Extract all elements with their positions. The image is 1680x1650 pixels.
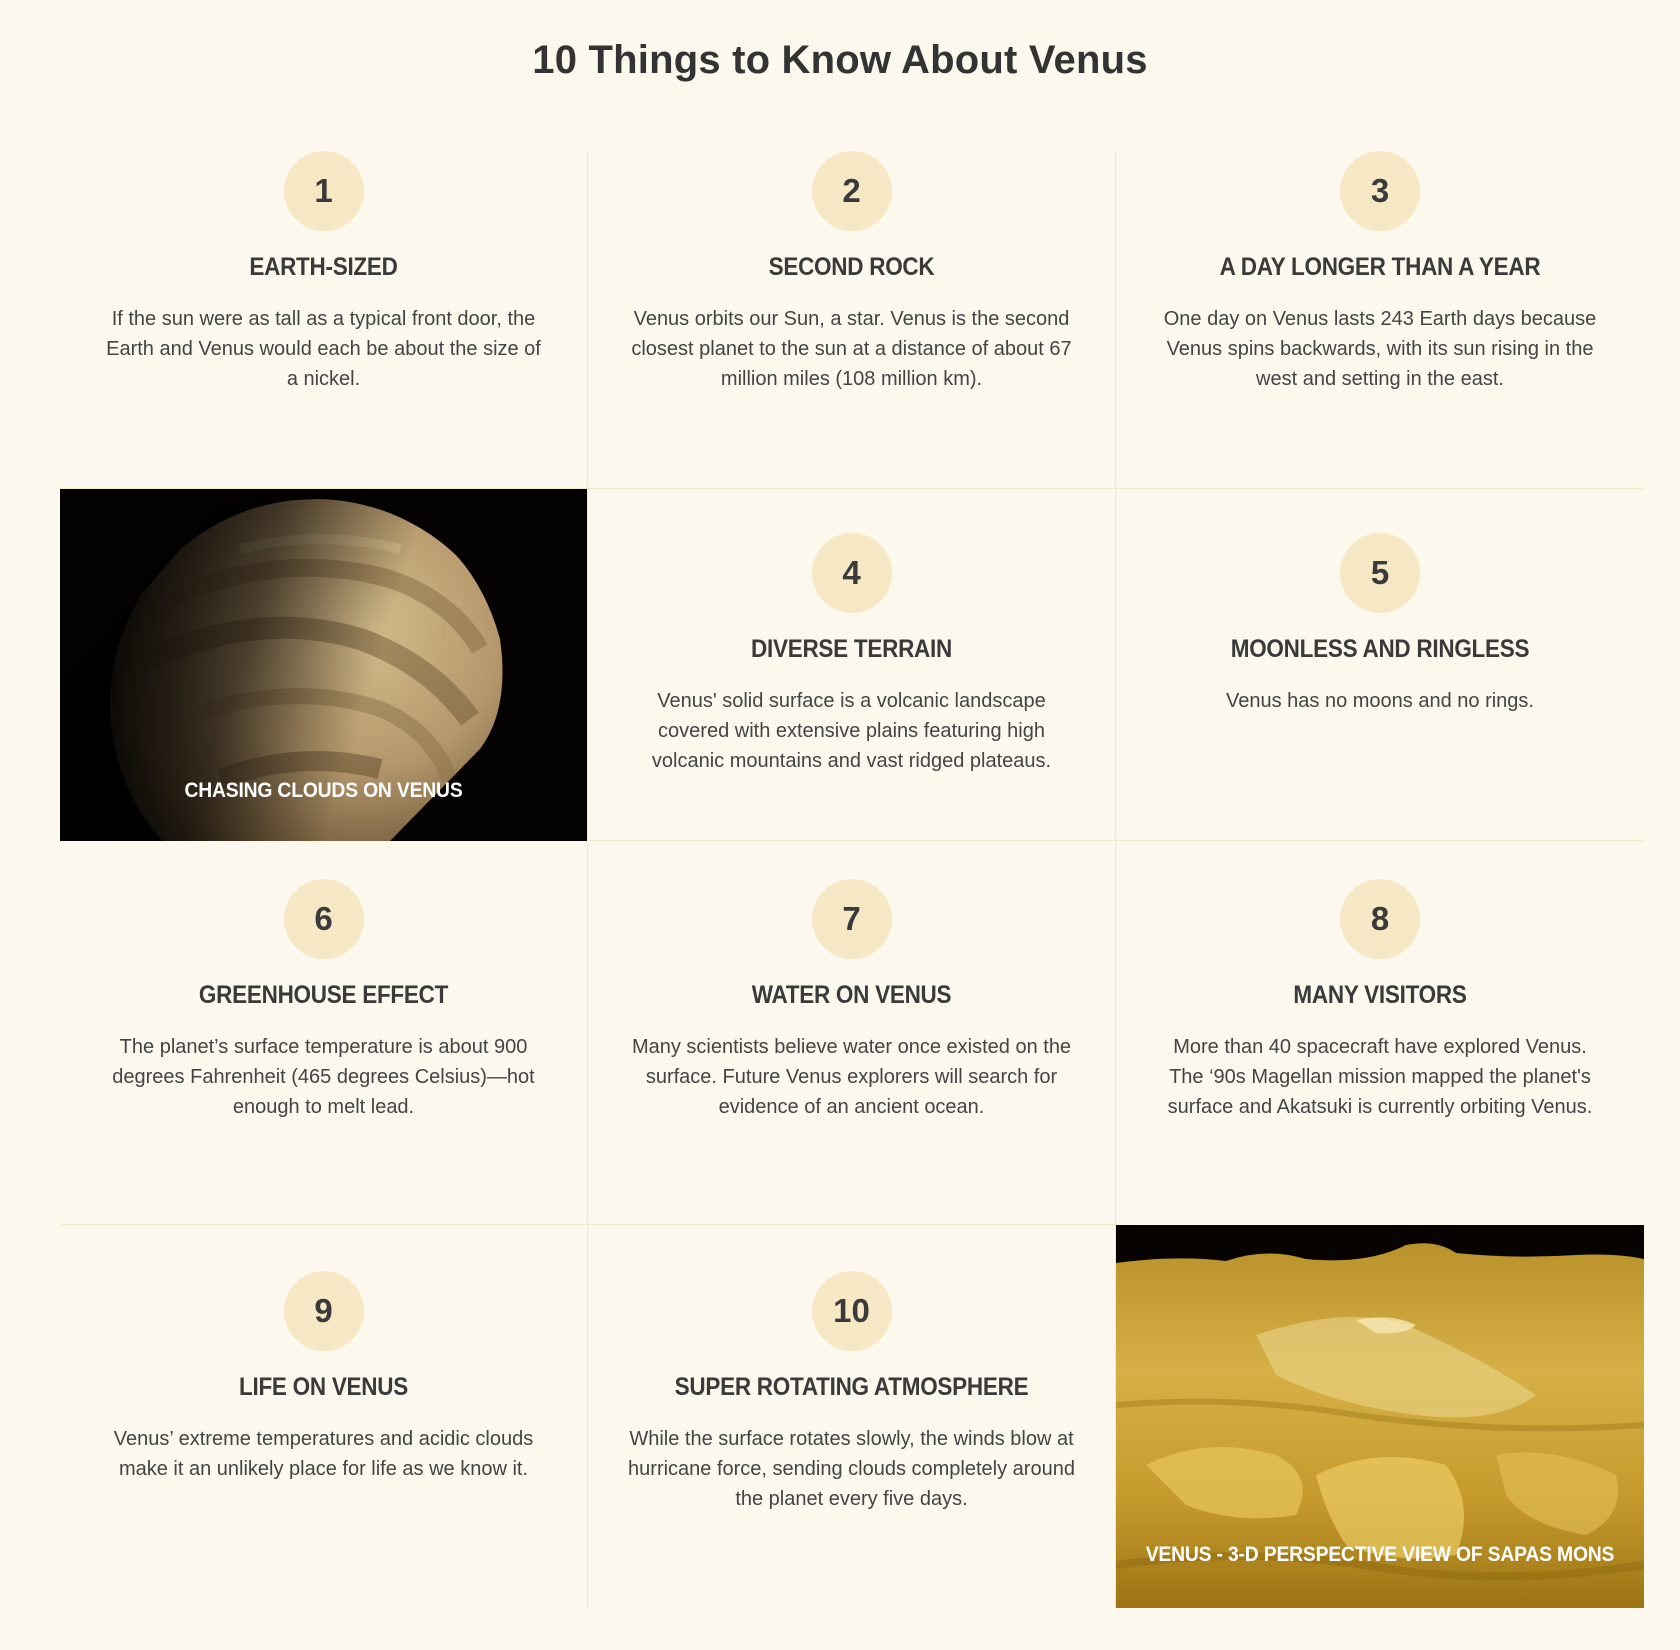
fact-text: More than 40 spacecraft have explored Ve… [1167,1036,1593,1118]
page-title: 10 Things to Know About Venus [532,38,1148,82]
fact-text: Venus’ extreme temperatures and acidic c… [113,1428,534,1480]
fact-title: SECOND ROCK [768,253,935,281]
fact-card-8: 8 MANY VISITORS More than 40 spacecraft … [1116,841,1644,1225]
image-caption: CHASING CLOUDS ON VENUS [184,779,463,802]
fact-card-6: 6 GREENHOUSE EFFECT The planet’s surface… [60,841,588,1225]
fact-card-2: 2 SECOND ROCK Venus orbits our Sun, a st… [588,151,1116,489]
fact-text: If the sun were as tall as a typical fro… [106,308,541,390]
fact-card-10: 10 SUPER ROTATING ATMOSPHERE While the s… [588,1225,1116,1608]
fact-number-badge: 4 [811,533,892,613]
fact-number-badge: 5 [1340,533,1420,613]
fact-number-badge: 3 [1340,151,1420,231]
fact-number-badge: 9 [283,1271,364,1351]
fact-text: Venus orbits our Sun, a star. Venus is t… [631,308,1072,390]
fact-title: SUPER ROTATING ATMOSPHERE [674,1373,1029,1401]
fact-number-badge: 6 [283,879,364,959]
fact-title: LIFE ON VENUS [238,1373,409,1401]
fact-card-7: 7 WATER ON VENUS Many scientists believe… [588,841,1116,1225]
fact-card-3: 3 A DAY LONGER THAN A YEAR One day on Ve… [1116,151,1644,489]
fact-title: EARTH-SIZED [249,253,398,281]
fact-title: GREENHOUSE EFFECT [198,981,449,1009]
fact-card-1: 1 EARTH-SIZED If the sun were as tall as… [60,151,588,489]
fact-title: A DAY LONGER THAN A YEAR [1219,253,1541,281]
sapas-mons-image-card[interactable]: VENUS - 3-D PERSPECTIVE VIEW OF SAPAS MO… [1116,1225,1644,1608]
fact-number-badge: 7 [811,879,892,959]
fact-title: MANY VISITORS [1293,981,1467,1009]
facts-grid: 1 EARTH-SIZED If the sun were as tall as… [60,151,1644,1608]
fact-title: MOONLESS AND RINGLESS [1230,635,1530,663]
fact-text: One day on Venus lasts 243 Earth days be… [1163,308,1597,390]
fact-card-4: 4 DIVERSE TERRAIN Venus' solid surface i… [588,489,1116,841]
fact-number-badge: 2 [811,151,892,231]
fact-number-badge: 1 [283,151,364,231]
fact-card-9: 9 LIFE ON VENUS Venus’ extreme temperatu… [60,1225,588,1608]
fact-text: Venus' solid surface is a volcanic lands… [651,690,1052,772]
clouds-image-card[interactable]: CHASING CLOUDS ON VENUS [60,489,588,841]
fact-number-badge: 10 [811,1271,892,1351]
image-caption: VENUS - 3-D PERSPECTIVE VIEW OF SAPAS MO… [1145,1543,1615,1566]
fact-title: WATER ON VENUS [751,981,952,1009]
fact-text: Venus has no moons and no rings. [1226,690,1534,712]
fact-number-badge: 8 [1340,879,1420,959]
fact-text: The planet’s surface temperature is abou… [112,1036,535,1118]
fact-title: DIVERSE TERRAIN [751,635,952,663]
fact-text: Many scientists believe water once exist… [631,1036,1072,1118]
fact-text: While the surface rotates slowly, the wi… [628,1428,1075,1510]
fact-card-5: 5 MOONLESS AND RINGLESS Venus has no moo… [1116,489,1644,841]
